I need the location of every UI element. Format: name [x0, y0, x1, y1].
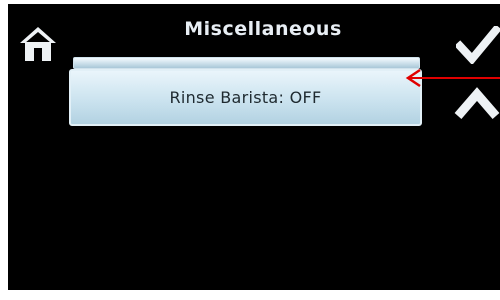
page-title: Miscellaneous [184, 18, 342, 40]
list-top-edge [73, 57, 420, 69]
option-label: Rinse Barista: OFF [169, 88, 322, 107]
chevron-up-icon[interactable] [454, 82, 500, 122]
rinse-barista-option[interactable]: Rinse Barista: OFF [69, 69, 422, 126]
device-screen: Miscellaneous Rinse Barista: OFF [8, 4, 500, 290]
home-icon[interactable] [18, 24, 58, 64]
red-arrow-annotation [405, 68, 500, 88]
checkmark-icon[interactable] [456, 26, 500, 64]
